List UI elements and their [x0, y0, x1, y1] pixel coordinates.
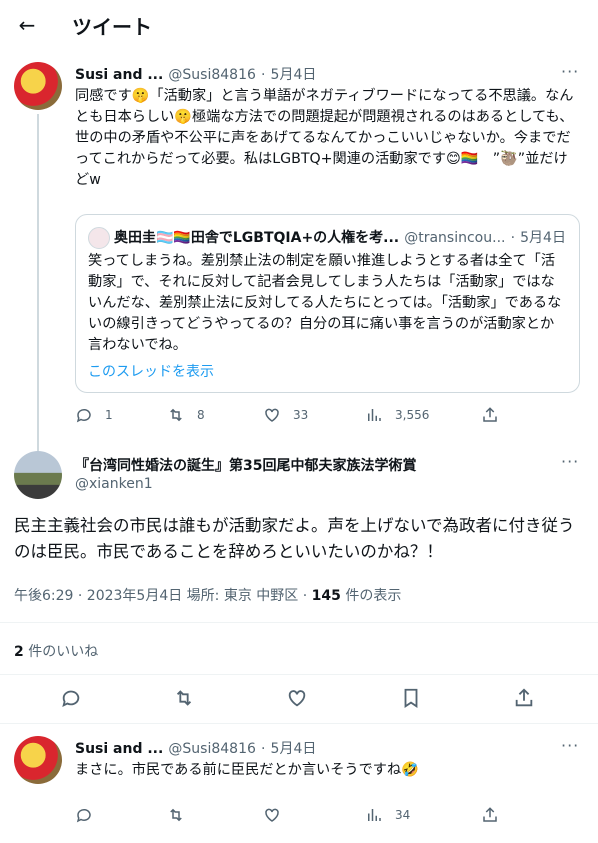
divider	[0, 622, 598, 623]
share-icon	[483, 407, 497, 422]
tweet-actions: 34	[75, 806, 580, 826]
tweet-date[interactable]: 5月4日	[271, 741, 317, 757]
more-icon[interactable]: ···	[561, 736, 579, 755]
views-count: 3,556	[395, 408, 430, 422]
avatar[interactable]	[14, 736, 62, 784]
heart-icon	[265, 808, 279, 822]
views-count: 145	[311, 588, 341, 604]
divider	[0, 723, 598, 724]
share-button[interactable]	[481, 406, 499, 424]
tweet-text: 同感です🤫「活動家」と言う単語がネガティブワードになってる不思議。なんとも日本ら…	[75, 88, 574, 188]
tweet-date[interactable]: 5月4日	[271, 67, 317, 83]
heart-icon	[265, 408, 279, 422]
quote-header: 奥田圭🏳️‍⚧️🏳️‍🌈田舎でLGBTQIA+の人権を考... @transin…	[114, 227, 569, 247]
separator: ·	[261, 741, 266, 757]
quoted-tweet[interactable]: 奥田圭🏳️‍⚧️🏳️‍🌈田舎でLGBTQIA+の人権を考... @transin…	[75, 214, 580, 393]
views-label: 件の表示	[340, 588, 402, 604]
handle[interactable]: @xianken1	[75, 476, 153, 492]
tweet-time[interactable]: 午後6:29 · 2023年5月4日 場所: 東京 中野区 ·	[14, 588, 307, 604]
analytics-icon	[368, 809, 381, 821]
retweet-icon	[170, 808, 182, 822]
like-button[interactable]: 33	[263, 406, 308, 424]
likes-count: 2	[14, 644, 24, 660]
thread-line	[37, 114, 39, 452]
likes-label: 件のいいね	[23, 644, 99, 660]
quote-handle: @transincou...	[404, 230, 506, 246]
quote-date: 5月4日	[520, 230, 566, 246]
retweet-button[interactable]	[167, 806, 185, 824]
views-button[interactable]: 34	[365, 806, 410, 824]
reply-icon[interactable]	[60, 687, 82, 709]
more-icon[interactable]: ···	[561, 452, 579, 471]
page-title: ツイート	[72, 15, 152, 39]
show-thread-link[interactable]: このスレッドを表示	[88, 361, 214, 381]
reply-icon	[76, 408, 91, 423]
retweet-icon	[170, 408, 182, 422]
share-icon	[483, 807, 497, 822]
tweet-header: Susi and ... @Susi84816 · 5月4日	[75, 738, 316, 758]
tweet-timestamp: 午後6:29 · 2023年5月4日 場所: 東京 中野区 · 145 件の表示	[14, 585, 401, 605]
avatar[interactable]	[14, 451, 62, 499]
bookmark-icon[interactable]	[400, 687, 422, 709]
tweet-text: 民主主義社会の市民は誰もが活動家だよ。声を上げないで為政者に付き従うのは臣民。市…	[14, 516, 575, 561]
reply-icon	[76, 808, 91, 823]
retweet-icon[interactable]	[173, 687, 195, 709]
header: ← ツイート	[0, 0, 598, 52]
views-count: 34	[395, 808, 411, 822]
display-name[interactable]: Susi and ...	[75, 67, 163, 83]
divider	[0, 674, 598, 675]
tweet-actions: 1 8 33 3,556	[75, 406, 580, 426]
retweet-button[interactable]: 8	[167, 406, 205, 424]
likes-summary[interactable]: 2 件のいいね	[14, 641, 98, 661]
display-name[interactable]: 『台湾同性婚法の誕生』第35回尾中郁夫家族法学術賞	[75, 455, 416, 475]
avatar[interactable]	[14, 62, 62, 110]
share-button[interactable]	[481, 806, 499, 824]
analytics-icon	[368, 409, 381, 421]
retweet-count: 8	[197, 408, 205, 422]
separator: ·	[510, 230, 516, 246]
display-name[interactable]: Susi and ...	[75, 741, 163, 757]
quote-text: 笑ってしまうね。差別禁止法の制定を願い推進しようとする者は全て「活動家」で、それ…	[88, 253, 562, 353]
more-icon[interactable]: ···	[561, 62, 579, 81]
separator: ·	[261, 67, 266, 83]
heart-icon[interactable]	[286, 687, 308, 709]
back-arrow-icon[interactable]: ←	[14, 12, 40, 38]
main-tweet-actions	[0, 684, 598, 714]
reply-button[interactable]	[75, 806, 93, 824]
handle[interactable]: @Susi84816	[168, 67, 255, 83]
quote-avatar	[88, 227, 110, 249]
reply-count: 1	[105, 408, 113, 422]
share-icon[interactable]	[513, 687, 535, 709]
handle[interactable]: @Susi84816	[168, 741, 255, 757]
tweet-header: Susi and ... @Susi84816 · 5月4日	[75, 64, 316, 84]
reply-button[interactable]: 1	[75, 406, 113, 424]
views-button[interactable]: 3,556	[365, 406, 429, 424]
tweet-text: まさに。市民である前に臣民だとか言いそうですね🤣	[75, 762, 419, 778]
like-count: 33	[293, 408, 309, 422]
like-button[interactable]	[263, 806, 281, 824]
quote-display-name: 奥田圭🏳️‍⚧️🏳️‍🌈田舎でLGBTQIA+の人権を考...	[114, 230, 400, 246]
